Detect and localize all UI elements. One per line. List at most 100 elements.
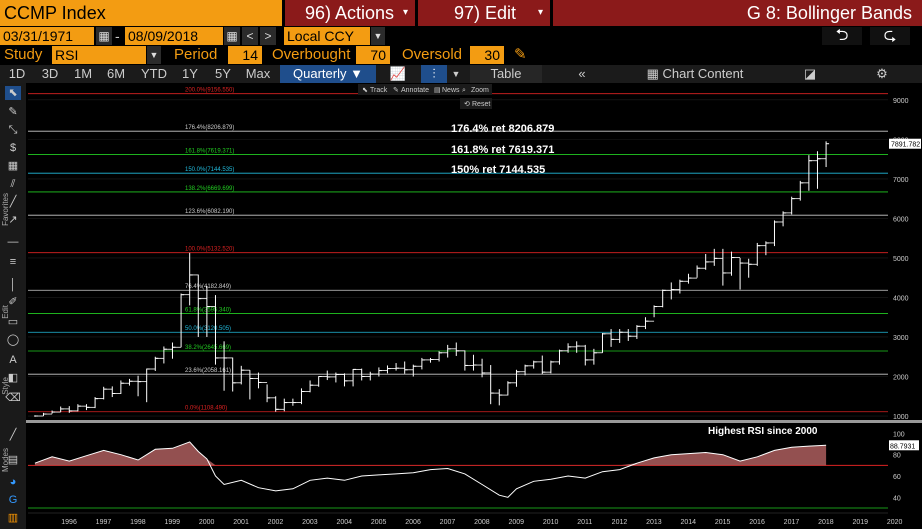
annotate-edit-icon[interactable]: ◪	[800, 65, 820, 83]
cursor-icon[interactable]: ⬉	[5, 86, 21, 100]
chevron-down-icon[interactable]: ▼	[147, 46, 161, 64]
fib-level-label: 150.0%(7144.535)	[185, 167, 234, 173]
edit-menu[interactable]: 97) Edit ▾	[418, 0, 550, 26]
fib-level-label: 76.4%(4182.849)	[185, 284, 231, 290]
annotate-button[interactable]: Annotate	[401, 87, 429, 94]
fib-level-label: 161.8%(7619.371)	[185, 148, 234, 154]
track-button[interactable]: Track	[370, 87, 388, 94]
end-date-field[interactable]: 08/09/2018	[125, 27, 223, 45]
calendar-icon[interactable]: ▦	[96, 27, 112, 45]
g-icon[interactable]: G	[5, 493, 21, 507]
actions-label: 96) Actions	[305, 3, 395, 23]
caret-down-icon: ▼	[350, 66, 363, 81]
rsi-tick-label: 80	[893, 453, 901, 460]
view-title: G 8: Bollinger Bands	[746, 3, 912, 23]
view-title-bar: G 8: Bollinger Bands	[553, 0, 922, 26]
time-tick-label: 2019	[852, 519, 868, 526]
chart-icon[interactable]: ▥	[5, 511, 21, 525]
fib-level-label: 138.2%(6669.699)	[185, 186, 234, 192]
bar-chart-type-icon[interactable]: ⫶	[421, 65, 447, 83]
track-icon[interactable]: ⬉	[362, 87, 368, 94]
currency-value: Local CCY	[287, 28, 354, 44]
reset-icon[interactable]: ⟲	[464, 101, 470, 108]
annotate-icon[interactable]: ✎	[393, 87, 399, 94]
collapse-left-icon[interactable]: «	[572, 65, 592, 83]
color-icon[interactable]: ◕	[5, 475, 21, 489]
price-tick-label: 4000	[893, 295, 909, 302]
line-chart-icon[interactable]: 📈	[388, 65, 408, 83]
zoom-icon[interactable]: ⌕	[462, 87, 466, 94]
price-tick-label: 5000	[893, 256, 909, 263]
range-1y[interactable]: 1Y	[177, 65, 203, 83]
annotation-161: 161.8% ret 7619.371	[451, 144, 554, 156]
grid-icon: ▦	[646, 66, 659, 81]
pen-icon[interactable]: ✎	[5, 105, 21, 119]
actions-menu[interactable]: 96) Actions ▾	[285, 0, 415, 26]
dollar-icon[interactable]: $	[5, 141, 21, 155]
currency-select[interactable]: Local CCY	[284, 27, 370, 45]
period-field[interactable]: 14	[228, 46, 262, 64]
draw-icon[interactable]: ╱	[5, 428, 21, 442]
edit-label: 97) Edit	[454, 3, 517, 23]
calendar-icon[interactable]: ▦	[224, 27, 240, 45]
fib-level-label: 123.6%(6082.190)	[185, 209, 234, 215]
time-tick-label: 2011	[577, 519, 592, 526]
chevron-down-icon: ▾	[538, 7, 544, 18]
horizontal-line-icon[interactable]: ―	[5, 235, 21, 249]
range-1m[interactable]: 1M	[70, 65, 96, 83]
range-ytd[interactable]: YTD	[137, 65, 171, 83]
price-tick-label: 7000	[893, 177, 909, 184]
calendar-icon[interactable]: ▦	[5, 159, 21, 173]
time-tick-label: 2017	[784, 519, 800, 526]
rsi-tick-label: 60	[893, 474, 901, 481]
vertical-line-icon[interactable]: │	[5, 278, 21, 292]
fib-icon[interactable]: ≡	[5, 255, 21, 269]
chart-content-button[interactable]: ▦ Chart Content	[640, 65, 750, 83]
range-1d[interactable]: 1D	[4, 65, 30, 83]
frequency-value: Quarterly	[293, 66, 347, 81]
fib-level-label: 176.4%(8206.879)	[185, 125, 234, 131]
redo-icon[interactable]: ⮎	[870, 27, 910, 45]
chevron-down-icon[interactable]: ▼	[449, 65, 463, 83]
period-label: Period	[174, 46, 218, 63]
prev-period-button[interactable]: <	[242, 27, 258, 45]
price-tick-label: 9000	[893, 98, 909, 105]
range-6m[interactable]: 6M	[103, 65, 129, 83]
reset-button[interactable]: Reset	[472, 101, 490, 108]
price-tick-label: 2000	[893, 375, 909, 382]
text-icon[interactable]: A	[5, 353, 21, 367]
time-tick-label: 2007	[440, 519, 456, 526]
rsi-tick-label: 40	[893, 495, 901, 502]
last-price-label: 7891.782	[891, 142, 920, 149]
study-select[interactable]: RSI	[52, 46, 146, 64]
start-date-field[interactable]: 03/31/1971	[0, 27, 94, 45]
fib-level-label: 200.0%(9156.550)	[185, 88, 234, 94]
range-max[interactable]: Max	[243, 65, 273, 83]
overbought-field[interactable]: 70	[356, 46, 390, 64]
range-3d[interactable]: 3D	[37, 65, 63, 83]
gear-icon[interactable]: ⚙	[872, 65, 892, 83]
zoom-button[interactable]: Zoom	[471, 87, 489, 94]
chevron-down-icon[interactable]: ▼	[371, 27, 385, 45]
rsi-tick-label: 100	[893, 431, 905, 438]
time-tick-label: 2003	[302, 519, 318, 526]
channel-icon[interactable]: ⫽	[5, 177, 21, 191]
news-icon[interactable]: ▤	[434, 87, 441, 94]
next-period-button[interactable]: >	[260, 27, 276, 45]
range-5y[interactable]: 5Y	[210, 65, 236, 83]
pencil-icon[interactable]: ✎	[514, 45, 527, 63]
time-tick-label: 2020	[887, 519, 903, 526]
edit-label: Edit	[1, 305, 10, 319]
table-button[interactable]: Table	[470, 65, 542, 83]
ellipse-icon[interactable]: ◯	[5, 333, 21, 347]
undo-icon[interactable]: ⮌	[822, 27, 862, 45]
frequency-select[interactable]: Quarterly ▼	[280, 65, 376, 83]
time-tick-label: 2008	[474, 519, 490, 526]
ticker-field[interactable]: CCMP Index	[0, 0, 282, 26]
favorites-label: Favorites	[1, 193, 10, 226]
time-tick-label: 2016	[749, 519, 765, 526]
measure-icon[interactable]: ⤡	[5, 123, 21, 137]
oversold-field[interactable]: 30	[470, 46, 504, 64]
price-chart[interactable]: 200.0%(9156.550) 176.4%(8206.879) 161.8%(7…	[26, 83, 922, 529]
news-button[interactable]: News	[442, 87, 460, 94]
